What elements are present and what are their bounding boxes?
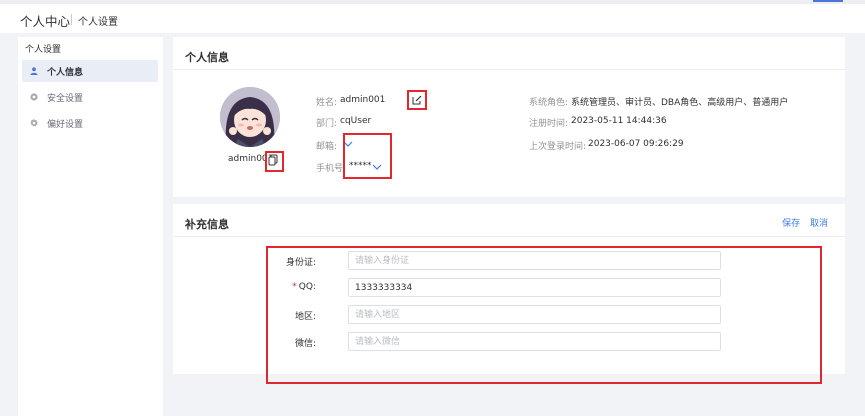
- card-title: 个人信息: [185, 51, 229, 64]
- register-time-value: 2023-05-11 14:44:36: [571, 116, 667, 126]
- sidebar-item-label: 偏好设置: [47, 120, 84, 130]
- sidebar-item-label: 安全设置: [47, 94, 84, 104]
- card-header: 补充信息 保存 取消: [173, 204, 845, 237]
- user-icon: [30, 67, 38, 75]
- card-title: 补充信息: [185, 218, 229, 231]
- sidebar-item-security[interactable]: 安全设置: [22, 86, 158, 108]
- avatar-image: [220, 87, 280, 147]
- annotation-box-copy: [265, 151, 284, 172]
- phone-label: 手机号:: [316, 164, 347, 174]
- shield-icon: [30, 93, 38, 101]
- page-header: 个人中心 个人设置: [0, 4, 865, 33]
- sidebar-item-personal-info[interactable]: 个人信息: [22, 60, 158, 82]
- annotation-box-supplement-form: [266, 246, 822, 384]
- page-title: 个人中心: [20, 14, 71, 29]
- header-divider: [71, 14, 72, 25]
- personal-info-card: 个人信息 admin001 姓名: admin001 部门: cqUser 邮箱…: [173, 37, 845, 197]
- register-time-label: 注册时间:: [529, 119, 569, 129]
- annotation-box-edit: [407, 90, 427, 110]
- name-value: admin001: [340, 95, 386, 105]
- card-actions: 保存 取消: [775, 216, 828, 229]
- dept-value: cqUser: [340, 116, 372, 126]
- annotation-box-contact: [343, 133, 392, 179]
- save-button[interactable]: 保存: [782, 219, 800, 229]
- name-label: 姓名:: [316, 98, 338, 108]
- gear-icon: [30, 119, 38, 127]
- last-login-label: 上次登录时间:: [529, 142, 587, 152]
- last-login-value: 2023-06-07 09:26:29: [588, 139, 684, 149]
- avatar[interactable]: [220, 87, 280, 147]
- roles-label: 系统角色:: [529, 98, 569, 108]
- sidebar: 个人设置 个人信息 安全设置 偏好设置: [18, 37, 163, 416]
- dept-label: 部门:: [316, 119, 338, 129]
- sidebar-item-label: 个人信息: [47, 68, 84, 78]
- sidebar-title: 个人设置: [25, 45, 62, 55]
- card-header: 个人信息: [173, 37, 845, 70]
- top-accent-bar: [813, 0, 843, 2]
- email-label: 邮箱:: [316, 142, 338, 152]
- cancel-button[interactable]: 取消: [810, 219, 828, 229]
- sidebar-item-preferences[interactable]: 偏好设置: [22, 112, 158, 134]
- breadcrumb[interactable]: 个人设置: [78, 13, 118, 28]
- roles-value: 系统管理员、审计员、DBA角色、高级用户、普通用户: [571, 98, 789, 108]
